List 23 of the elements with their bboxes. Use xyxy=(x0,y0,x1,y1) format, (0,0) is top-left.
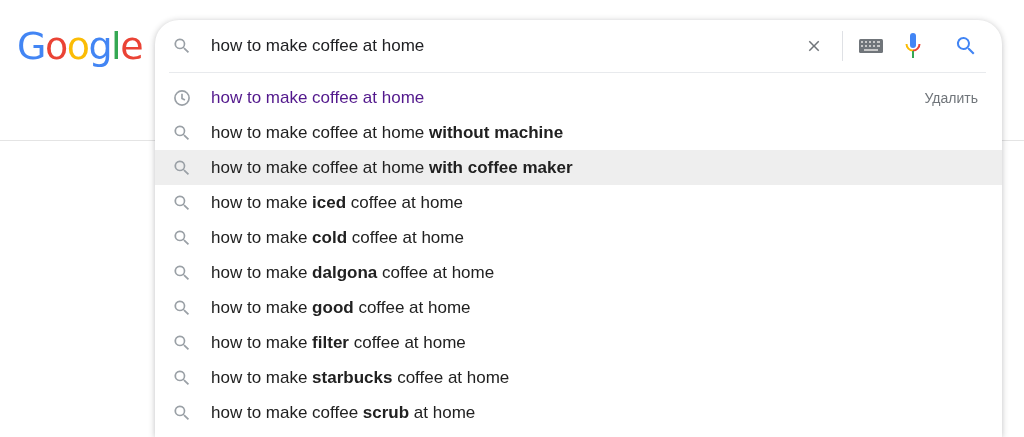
search-field[interactable]: how to make coffee at home xyxy=(211,31,805,61)
suggestion-text: how to make coffee at home without machine xyxy=(211,122,565,143)
suggestion-item[interactable]: how to make dalgona coffee at home xyxy=(155,255,1002,290)
suggestion-text: how to make good coffee at home xyxy=(211,297,472,318)
suggestion-text: how to make coffee at home with coffee maker xyxy=(211,157,574,178)
suggestion-text: how to make cold coffee at home xyxy=(211,227,465,248)
google-logo[interactable]: Google xyxy=(17,24,142,68)
suggestion-item[interactable]: how to make starbucks coffee at home xyxy=(155,360,1002,395)
suggestion-text: how to make starbucks coffee at home xyxy=(211,367,511,388)
suggestion-text: how to make coffee scrub at home xyxy=(211,402,477,423)
suggestion-text: how to make iced coffee at home xyxy=(211,192,464,213)
suggestion-item[interactable]: how to make coffee at home without machine xyxy=(155,115,1002,150)
suggestion-item[interactable]: how to make coffee scrub at home xyxy=(155,395,1002,430)
suggestion-item[interactable]: how to make coffee at home Удалить xyxy=(155,80,1002,115)
suggestion-item[interactable]: how to make coffee at home with coffee maker xyxy=(155,150,1002,185)
suggestion-item[interactable]: how to make good coffee at home xyxy=(155,290,1002,325)
suggestion-text: how to make dalgona coffee at home xyxy=(211,262,496,283)
remove-link[interactable]: Удалить xyxy=(924,89,978,106)
suggestion-text: how to make coffee at home xyxy=(211,87,426,108)
suggestion-item[interactable]: how to make iced coffee at home xyxy=(155,185,1002,220)
suggestion-text: how to make filter coffee at home xyxy=(211,332,467,353)
suggestion-item[interactable]: how to make filter coffee at home xyxy=(155,325,1002,360)
suggestion-item[interactable]: how to make cold coffee at home xyxy=(155,220,1002,255)
